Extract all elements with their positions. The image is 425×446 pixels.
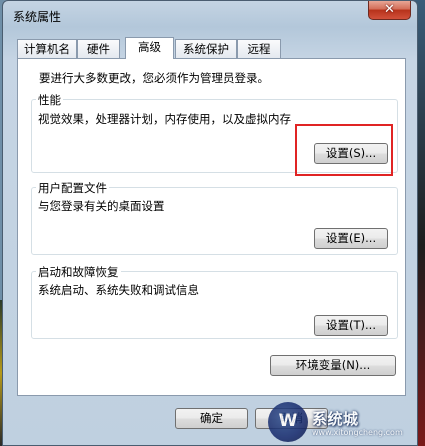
watermark-text: 系统城 xyxy=(312,410,359,428)
watermark-url: www.xitongcheng.com xyxy=(312,428,403,437)
tab-hardware[interactable]: 硬件 xyxy=(77,39,120,58)
startup-recovery-settings-button[interactable]: 设置(T)... xyxy=(314,315,388,336)
user-profiles-description: 与您登录有关的桌面设置 xyxy=(38,199,165,213)
user-profiles-title: 用户配置文件 xyxy=(36,180,109,196)
user-profiles-group: 用户配置文件 与您登录有关的桌面设置 设置(E)... xyxy=(31,180,398,255)
startup-recovery-group: 启动和故障恢复 系统启动、系统失败和调试信息 设置(T)... xyxy=(31,264,398,339)
window-title: 系统属性 xyxy=(13,10,62,24)
title-bar[interactable]: 系统属性 ✕ xyxy=(3,1,417,31)
tab-system-protection[interactable]: 系统保护 xyxy=(175,39,237,58)
environment-variables-button[interactable]: 环境变量(N)... xyxy=(270,355,396,376)
highlight-annotation-box xyxy=(295,124,393,176)
close-button[interactable]: ✕ xyxy=(368,1,411,20)
system-properties-window: 系统属性 ✕ 计算机名 硬件 高级 系统保护 远程 要进行大多数更改，您必须作为… xyxy=(2,0,418,446)
startup-recovery-title: 启动和故障恢复 xyxy=(36,264,121,280)
tab-remote[interactable]: 远程 xyxy=(237,39,281,58)
ok-button[interactable]: 确定 xyxy=(175,408,248,429)
performance-description: 视觉效果，处理器计划，内存使用，以及虚拟内存 xyxy=(38,112,291,126)
admin-notice: 要进行大多数更改，您必须作为管理员登录。 xyxy=(39,71,269,85)
performance-title: 性能 xyxy=(36,92,63,108)
close-icon: ✕ xyxy=(384,2,395,17)
watermark-logo-icon: W xyxy=(268,402,308,442)
startup-recovery-description: 系统启动、系统失败和调试信息 xyxy=(38,283,199,297)
tab-advanced[interactable]: 高级 xyxy=(125,37,174,59)
user-profiles-settings-button[interactable]: 设置(E)... xyxy=(314,228,388,249)
site-watermark: W 系统城 www.xitongcheng.com xyxy=(268,400,420,446)
advanced-tab-panel: 要进行大多数更改，您必须作为管理员登录。 性能 视觉效果，处理器计划，内存使用，… xyxy=(17,58,406,396)
tab-computer-name[interactable]: 计算机名 xyxy=(17,39,77,58)
